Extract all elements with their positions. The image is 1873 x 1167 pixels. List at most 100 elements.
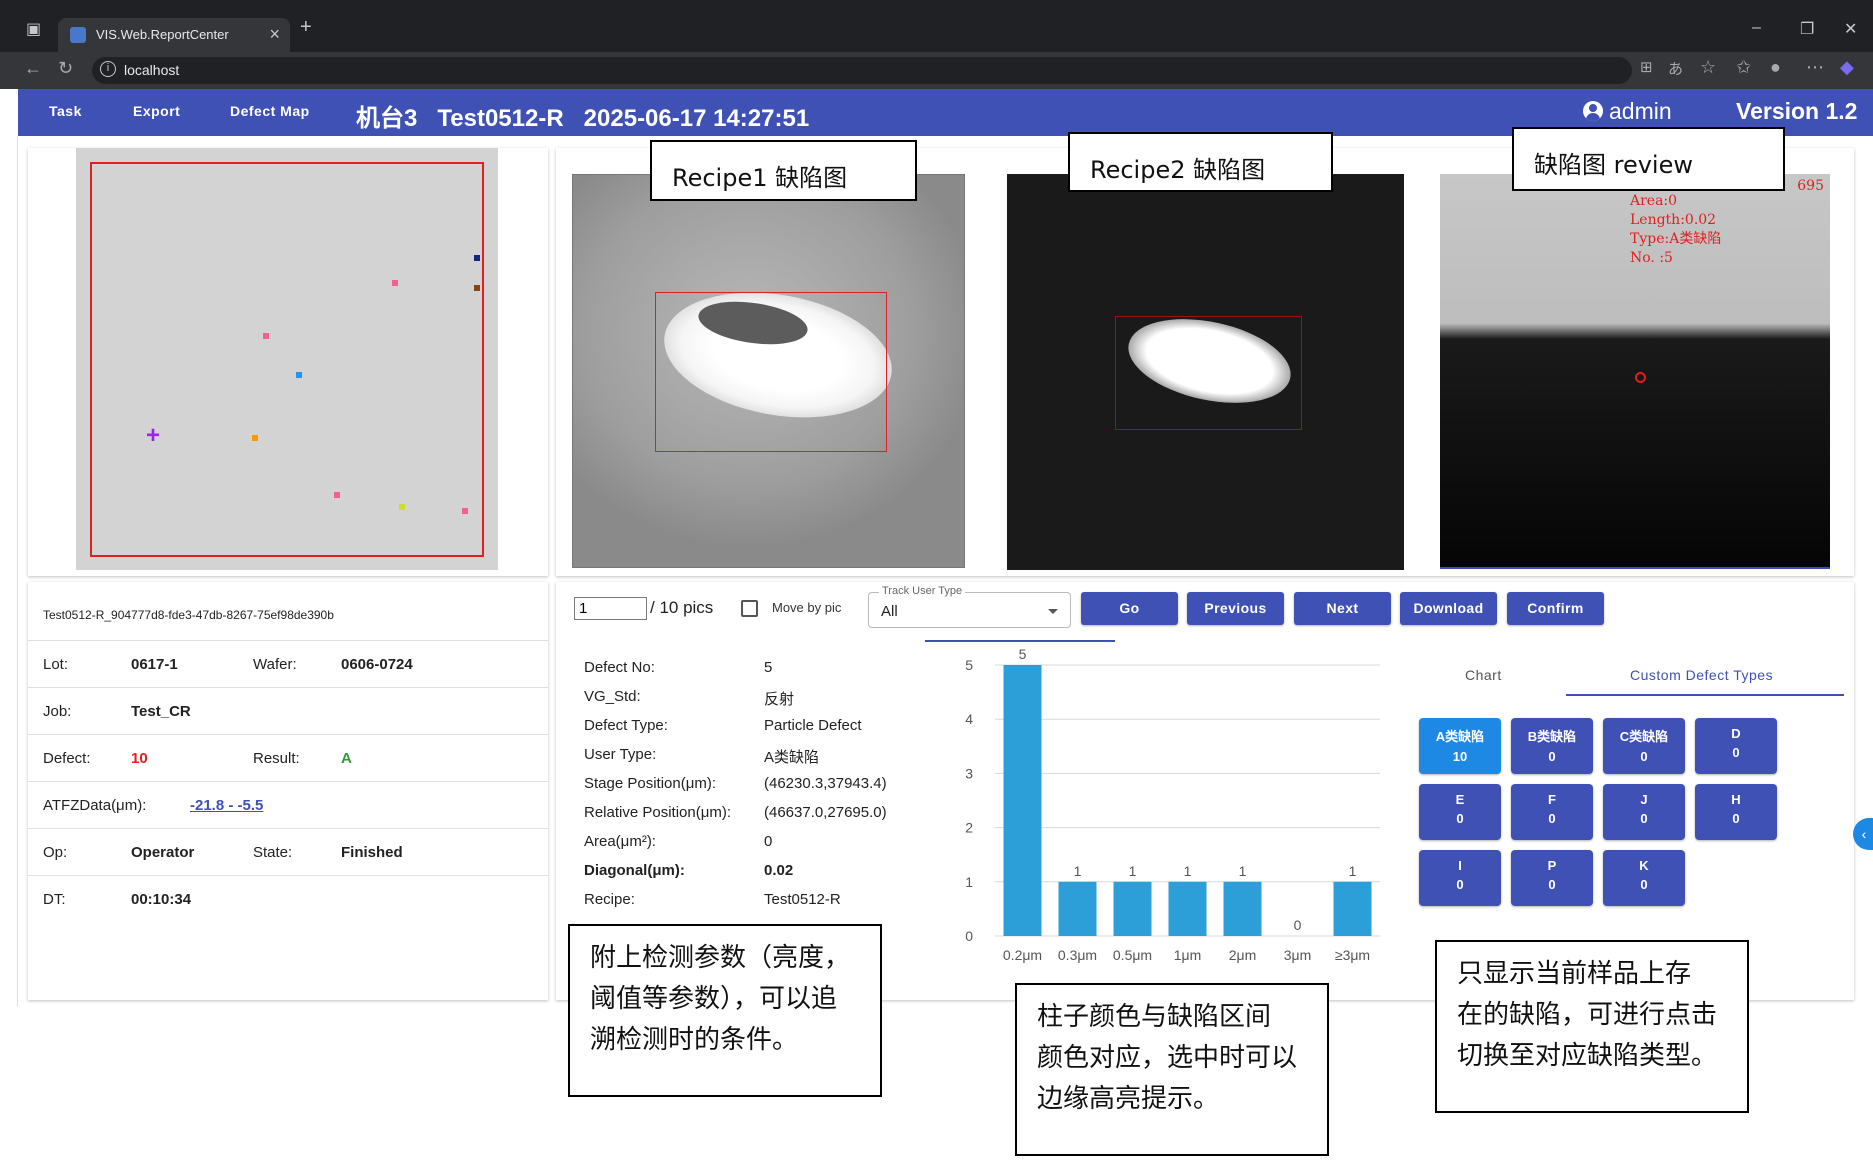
defect-type-button[interactable]: F0 [1511,784,1593,840]
tab-custom-defect-types[interactable]: Custom Defect Types [1630,667,1773,683]
defect-detail-label: Defect No: [584,659,655,676]
defect-type-button[interactable]: P0 [1511,850,1593,906]
defect-dot[interactable] [474,285,480,291]
tab-close-icon[interactable]: × [269,24,280,45]
move-by-pic-checkbox[interactable] [741,600,758,617]
grid-icon[interactable]: ⊞ [1640,58,1653,76]
bar-value-label: 1 [1239,863,1247,879]
defect-dot[interactable] [296,372,302,378]
go-button[interactable]: Go [1081,592,1178,625]
wafer-value: 0606-0724 [341,656,413,673]
read-aloud-icon[interactable]: あ [1668,58,1683,79]
restore-icon[interactable]: ❐ [1800,19,1814,39]
defect-type-name: C类缺陷 [1619,729,1669,744]
url-field[interactable]: i localhost [92,57,1632,84]
profile-icon[interactable]: ● [1770,57,1781,78]
defect-detail-value: 5 [764,659,773,676]
close-window-icon[interactable]: ✕ [1844,19,1857,39]
bar[interactable] [1058,881,1097,936]
defect-dot[interactable] [263,333,269,339]
defect-type-button[interactable]: A类缺陷 10 [1419,718,1501,774]
annotation-colors-text: 柱子颜色与缺陷区间 颜色对应，选中时可以 边缘高亮提示。 [1037,997,1297,1120]
file-id: Test0512-R_904777d8-fde3-47db-8267-75ef9… [43,608,334,622]
x-tick-label: 0.3μm [1058,947,1097,963]
copilot-icon[interactable]: ◆ [1840,57,1854,78]
bar[interactable] [1003,665,1042,936]
defect-detail-row: User Type: A类缺陷 [584,746,819,766]
download-button[interactable]: Download [1400,592,1497,625]
track-user-type-select[interactable]: Track User Type All [868,585,1071,628]
defect-type-name: F [1548,792,1556,807]
bar[interactable] [1223,881,1262,936]
defect-dot[interactable] [334,492,340,498]
state-value: Finished [341,844,403,861]
defect-type-count: 0 [1640,749,1648,764]
next-button[interactable]: Next [1294,592,1391,625]
favorites-icon[interactable]: ✩ [1736,57,1751,78]
account-circle-icon [1583,101,1603,121]
bar-value-label: 1 [1184,863,1192,879]
atfz-label: ATFZData(μm): [43,797,147,814]
defect-type-button[interactable]: I0 [1419,850,1501,906]
review-defect-image[interactable]: 695 Area:0 Length:0.02 Type:A类缺陷 No. :5 [1440,174,1830,569]
defect-detail-label: Defect Type: [584,717,668,734]
atfz-link[interactable]: -21.8 - -5.5 [190,797,263,814]
reload-icon[interactable]: ↻ [58,58,73,79]
defect-bounding-box [655,292,887,452]
favorite-star-icon[interactable]: ☆ [1700,57,1716,78]
defect-type-button[interactable]: E0 [1419,784,1501,840]
annotation-recipe2: Recipe2 缺陷图 [1068,132,1333,192]
new-tab-icon[interactable]: + [300,16,312,39]
wafer-label: Wafer: [253,656,297,673]
defect-dot[interactable] [392,280,398,286]
page-number-input[interactable]: 1 [574,597,647,620]
review-area: Area:0 [1630,193,1678,209]
recipe1-defect-image[interactable] [572,174,965,568]
op-label: Op: [43,844,68,861]
review-marker [1635,372,1646,383]
defect-dot[interactable] [462,508,468,514]
confirm-button[interactable]: Confirm [1507,592,1604,625]
annotation-params: 附上检测参数（亮度， 阈值等参数），可以追 溯检测时的条件。 [568,924,882,1097]
previous-button[interactable]: Previous [1187,592,1284,625]
defect-dot[interactable] [399,504,405,510]
nav-task[interactable]: Task [49,103,82,119]
minimize-icon[interactable]: – [1752,19,1761,37]
selected-defect-crosshair-icon[interactable]: + [146,424,160,448]
defect-dot[interactable] [474,255,480,261]
browser-tab[interactable]: VIS.Web.ReportCenter × [58,18,290,52]
defect-type-name: P [1547,858,1557,873]
defect-size-chart[interactable]: 0 1 2 3 4 5 5 0.2μm 1 0.3μm 1 0.5μm 1 1μm 1 2μm 0 3μm 1 ≥3μ… [925,640,1395,970]
defect-type-button[interactable]: B类缺陷 0 [1511,718,1593,774]
defect-type-button[interactable]: C类缺陷 0 [1603,718,1685,774]
chevron-left-icon[interactable]: ‹ [1853,818,1873,850]
defect-type-button[interactable]: J0 [1603,784,1685,840]
tab-title: VIS.Web.ReportCenter [96,27,229,42]
info-row-lot: Lot: 0617-1 Wafer: 0606-0724 [28,640,548,687]
defect-type-button[interactable]: K0 [1603,850,1685,906]
wafer-map[interactable]: + [76,148,498,570]
tab-chart[interactable]: Chart [1465,667,1502,683]
sidebar-toggle-icon[interactable]: ▣ [26,19,41,39]
defect-detail-row: Area(μm²): 0 [584,833,772,850]
total-pics: / 10 pics [650,598,714,617]
bar[interactable] [1333,881,1372,936]
defect-type-button[interactable]: D0 [1695,718,1777,774]
defect-type-button[interactable]: H0 [1695,784,1777,840]
bar-value-label: 0 [1294,917,1302,933]
review-no: No. :5 [1630,250,1673,266]
back-icon[interactable]: ← [24,58,42,79]
defect-dot[interactable] [252,435,258,441]
bar[interactable] [1168,881,1207,936]
recipe2-defect-image[interactable] [1007,174,1404,570]
annotation-recipe1-text: Recipe1 缺陷图 [672,164,848,192]
username: admin [1609,98,1672,124]
nav-export[interactable]: Export [133,103,180,119]
more-icon[interactable]: ⋯ [1806,57,1824,78]
x-tick-label: ≥3μm [1335,947,1370,963]
dt-label: DT: [43,891,66,908]
bar[interactable] [1113,881,1152,936]
defect-type-name: K [1639,858,1649,873]
user-menu[interactable]: admin [1583,98,1672,125]
nav-defect-map[interactable]: Defect Map [230,103,310,119]
